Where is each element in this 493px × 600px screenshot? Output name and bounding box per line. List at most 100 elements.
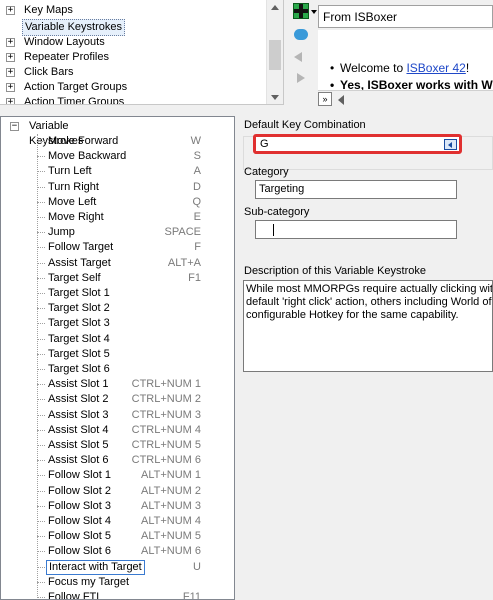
keystroke-name: Target Slot 6 bbox=[48, 363, 110, 375]
keystroke-item[interactable]: Follow Slot 2 ALT+NUM 2 bbox=[37, 484, 205, 499]
description-line: default 'right click' action, others inc… bbox=[246, 296, 493, 308]
keystroke-item[interactable]: Target Slot 4 bbox=[37, 332, 205, 347]
keystroke-item[interactable]: Follow FTL F11 bbox=[37, 590, 205, 600]
keystroke-hotkey: ALT+NUM 4 bbox=[140, 515, 201, 527]
panel-splitter[interactable] bbox=[0, 109, 493, 115]
default-key-label: Default Key Combination bbox=[244, 119, 366, 131]
scroll-down-icon[interactable] bbox=[271, 95, 279, 100]
back-arrow-icon[interactable] bbox=[294, 52, 302, 62]
keystroke-item[interactable]: Turn Left A bbox=[37, 164, 205, 179]
tree-item-label: Variable Keystrokes bbox=[22, 19, 126, 36]
keystroke-name: Target Self bbox=[48, 271, 101, 284]
globe-icon[interactable] bbox=[293, 3, 309, 19]
description-line: While most MMORPGs require actually clic… bbox=[246, 283, 493, 295]
keystroke-name: Turn Left bbox=[48, 165, 92, 178]
keystroke-item[interactable]: Follow Target F bbox=[37, 240, 205, 255]
scroll-thumb[interactable] bbox=[269, 40, 281, 70]
address-bar[interactable]: From ISBoxer bbox=[318, 5, 493, 28]
keystroke-name: Target Slot 5 bbox=[48, 347, 110, 360]
isboxer-link[interactable]: ISBoxer 42 bbox=[406, 61, 465, 75]
expand-icon[interactable]: + bbox=[6, 98, 15, 104]
keystroke-name: Turn Right bbox=[48, 180, 99, 193]
keystroke-name: Target Slot 3 bbox=[48, 317, 110, 330]
keystroke-item[interactable]: Move Left Q bbox=[37, 195, 205, 210]
keystroke-hotkey: U bbox=[193, 560, 201, 573]
keystroke-hotkey: D bbox=[193, 180, 201, 193]
keystroke-item[interactable]: Assist Slot 6 CTRL+NUM 6 bbox=[37, 453, 205, 468]
keystroke-item[interactable]: Assist Target ALT+A bbox=[37, 256, 205, 271]
key-picker-button[interactable] bbox=[444, 139, 457, 150]
keystroke-hotkey: SPACE bbox=[164, 226, 201, 239]
chat-bubble-icon[interactable] bbox=[294, 29, 308, 40]
keystroke-hotkey: CTRL+NUM 1 bbox=[131, 378, 201, 391]
keystroke-hotkey: E bbox=[193, 211, 201, 223]
keystroke-hotkey: F bbox=[194, 241, 201, 254]
keystroke-item[interactable]: Follow Slot 1 ALT+NUM 1 bbox=[37, 468, 205, 483]
description-label: Description of this Variable Keystroke bbox=[244, 265, 426, 277]
expand-icon[interactable]: + bbox=[6, 53, 15, 62]
keystroke-name: Assist Slot 3 bbox=[48, 408, 109, 421]
keystroke-item[interactable]: Target Self F1 bbox=[37, 271, 205, 286]
web-content: Welcome to ISBoxer 42! Yes, ISBoxer work… bbox=[318, 30, 493, 90]
keystroke-name: Target Slot 1 bbox=[48, 287, 110, 299]
keystroke-item[interactable]: Move Backward S bbox=[37, 149, 205, 164]
keystroke-name: Move Backward bbox=[48, 150, 127, 163]
config-tree-panel: + Key Maps Variable Keystrokes + Window … bbox=[0, 0, 284, 105]
tree-item-label: Key Maps bbox=[24, 4, 73, 16]
keystroke-item[interactable]: Move Forward W bbox=[37, 134, 205, 149]
tree-item-label: Action Timer Groups bbox=[24, 96, 125, 105]
horizontal-scrollbar[interactable]: » bbox=[318, 90, 493, 107]
default-key-field[interactable]: G bbox=[253, 134, 462, 154]
keystroke-hotkey: CTRL+NUM 3 bbox=[131, 408, 201, 421]
keystroke-name: Follow Slot 5 bbox=[48, 530, 111, 543]
keystroke-item[interactable]: Follow Slot 5 ALT+NUM 5 bbox=[37, 529, 205, 544]
keystroke-hotkey: F11 bbox=[182, 591, 201, 600]
keystroke-item[interactable]: Turn Right D bbox=[37, 180, 205, 195]
keystroke-item[interactable]: Assist Slot 5 CTRL+NUM 5 bbox=[37, 438, 205, 453]
expand-icon[interactable]: + bbox=[6, 83, 15, 92]
welcome-bullet: Welcome to ISBoxer 42! bbox=[330, 60, 493, 77]
keystroke-name: Jump bbox=[48, 226, 75, 239]
keystroke-item[interactable]: Target Slot 2 bbox=[37, 301, 205, 316]
category-input[interactable]: Targeting bbox=[255, 180, 457, 199]
keystroke-item[interactable]: Interact with Target U bbox=[37, 559, 205, 575]
keystroke-name: Follow Slot 1 bbox=[48, 469, 111, 482]
keystroke-name: Assist Slot 2 bbox=[48, 393, 109, 406]
keystroke-item[interactable]: Target Slot 1 bbox=[37, 286, 205, 301]
category-label: Category bbox=[244, 166, 289, 178]
news-browser-panel: From ISBoxer Welcome to ISBoxer 42! Yes,… bbox=[290, 0, 493, 108]
subcategory-input[interactable] bbox=[255, 220, 457, 239]
keystroke-item[interactable]: Target Slot 5 bbox=[37, 347, 205, 362]
keystroke-properties-panel: Default Key Combination G Category Targe… bbox=[239, 116, 493, 600]
scroll-up-icon[interactable] bbox=[271, 5, 279, 10]
tree-item-label: Repeater Profiles bbox=[24, 51, 109, 63]
keystroke-item[interactable]: Assist Slot 4 CTRL+NUM 4 bbox=[37, 423, 205, 438]
keystroke-item[interactable]: Move Right E bbox=[37, 210, 205, 225]
keystroke-item[interactable]: Follow Slot 6 ALT+NUM 6 bbox=[37, 544, 205, 559]
keystroke-hotkey: ALT+NUM 5 bbox=[140, 530, 201, 543]
expand-icon[interactable]: + bbox=[6, 6, 15, 15]
keystroke-item[interactable]: Focus my Target bbox=[37, 575, 205, 590]
scroll-more-icon[interactable]: » bbox=[318, 92, 332, 106]
keystroke-item[interactable]: Follow Slot 4 ALT+NUM 4 bbox=[37, 514, 205, 529]
keystroke-name: Move Forward bbox=[48, 135, 119, 147]
keystroke-hotkey: Q bbox=[192, 195, 201, 208]
keystroke-item[interactable]: Target Slot 6 bbox=[37, 362, 205, 377]
scroll-left-icon[interactable] bbox=[338, 95, 344, 105]
keystroke-item[interactable]: Assist Slot 2 CTRL+NUM 2 bbox=[37, 392, 205, 407]
keystroke-item[interactable]: Jump SPACE bbox=[37, 225, 205, 240]
expand-icon[interactable]: + bbox=[6, 38, 15, 47]
keystroke-item[interactable]: Follow Slot 3 ALT+NUM 3 bbox=[37, 499, 205, 514]
keystroke-hotkey: ALT+NUM 2 bbox=[140, 484, 201, 497]
keystroke-hotkey: A bbox=[193, 165, 201, 178]
keystroke-item[interactable]: Assist Slot 3 CTRL+NUM 3 bbox=[37, 408, 205, 423]
expand-icon[interactable]: + bbox=[6, 68, 15, 77]
tree-scrollbar[interactable] bbox=[266, 0, 283, 104]
forward-arrow-icon[interactable] bbox=[297, 73, 305, 83]
collapse-icon[interactable]: − bbox=[10, 122, 19, 131]
chevron-down-icon[interactable] bbox=[311, 10, 317, 14]
keystroke-item[interactable]: Assist Slot 1 CTRL+NUM 1 bbox=[37, 377, 205, 392]
keystroke-hotkey: CTRL+NUM 5 bbox=[131, 439, 201, 451]
description-textarea[interactable]: While most MMORPGs require actually clic… bbox=[243, 280, 493, 372]
keystroke-item[interactable]: Target Slot 3 bbox=[37, 316, 205, 331]
